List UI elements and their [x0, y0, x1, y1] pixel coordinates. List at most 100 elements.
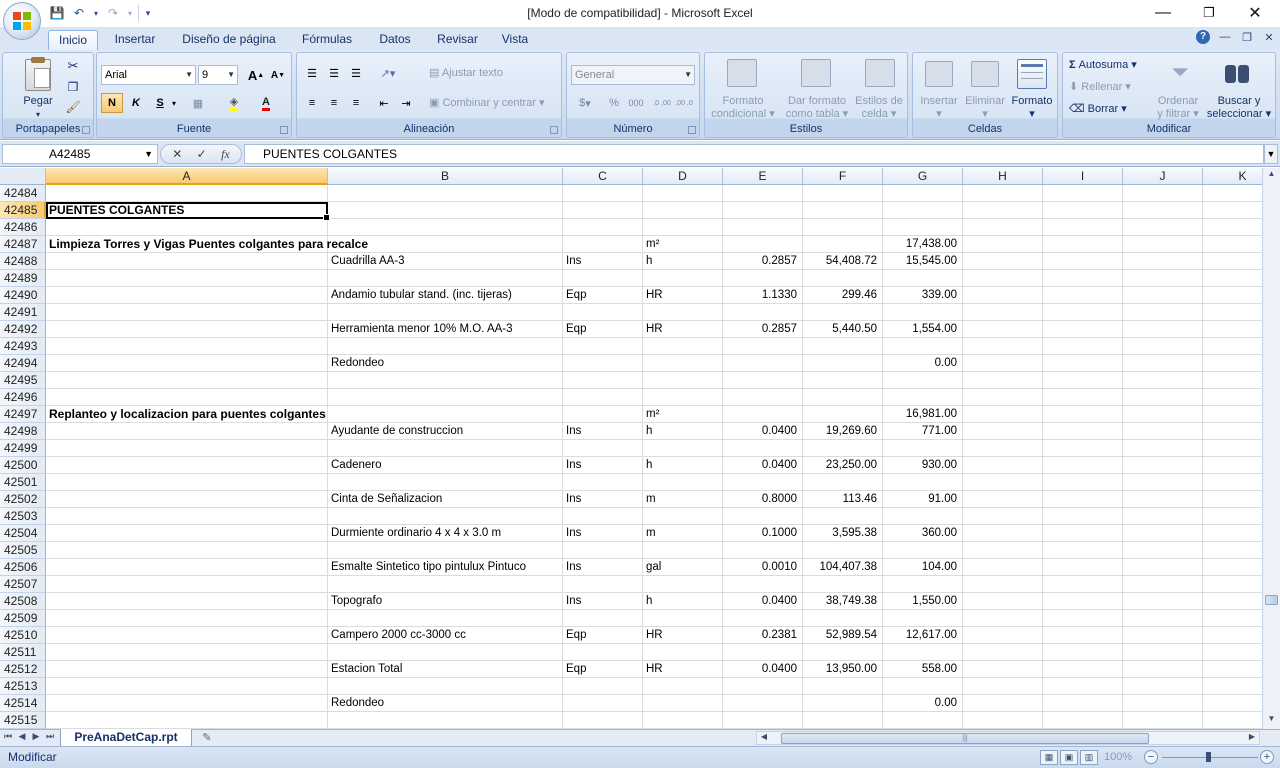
row-header[interactable]: 42509 — [0, 610, 46, 627]
align-top-icon[interactable]: ☰ — [301, 63, 323, 83]
cell-a[interactable] — [46, 423, 328, 440]
cell-k[interactable] — [1203, 576, 1262, 593]
tab-formulas[interactable]: Fórmulas — [294, 30, 360, 50]
cell-i[interactable] — [1043, 185, 1123, 202]
cell-i[interactable] — [1043, 338, 1123, 355]
zoom-level[interactable]: 100% — [1104, 751, 1132, 763]
cell-d[interactable] — [643, 508, 723, 525]
cell-f[interactable]: 23,250.00 — [803, 457, 883, 474]
cell-h[interactable] — [963, 219, 1043, 236]
cut-icon[interactable]: ✂ — [65, 59, 81, 72]
cell-c[interactable] — [563, 304, 643, 321]
tab-revisar[interactable]: Revisar — [430, 30, 485, 50]
autosum-button[interactable]: Σ Autosuma ▾ — [1069, 59, 1155, 72]
cell-d[interactable] — [643, 219, 723, 236]
column-header-j[interactable]: J — [1123, 168, 1203, 185]
cell-a[interactable] — [46, 219, 328, 236]
cell-i[interactable] — [1043, 270, 1123, 287]
row-header[interactable]: 42505 — [0, 542, 46, 559]
cell-g[interactable] — [883, 440, 963, 457]
cell-j[interactable] — [1123, 440, 1203, 457]
ribbon-minimize-icon[interactable]: — — [1218, 31, 1232, 43]
cell-c[interactable] — [563, 678, 643, 695]
cell-k[interactable] — [1203, 219, 1262, 236]
row-header[interactable]: 42487 — [0, 236, 46, 253]
cell-f[interactable] — [803, 440, 883, 457]
cell-h[interactable] — [963, 304, 1043, 321]
currency-button[interactable]: $ ▾ — [571, 93, 599, 113]
row-header[interactable]: 42498 — [0, 423, 46, 440]
cell-b[interactable]: Cuadrilla AA-3 — [328, 253, 563, 270]
cell-i[interactable] — [1043, 661, 1123, 678]
fuente-launcher-icon[interactable] — [280, 126, 288, 134]
vertical-scroll-thumb[interactable] — [1265, 595, 1278, 605]
tab-vista[interactable]: Vista — [494, 30, 536, 50]
cell-a[interactable] — [46, 321, 328, 338]
chevron-down-icon[interactable]: ▼ — [144, 145, 153, 163]
cell-e[interactable]: 0.2857 — [723, 321, 803, 338]
cell-f[interactable]: 54,408.72 — [803, 253, 883, 270]
cell-i[interactable] — [1043, 236, 1123, 253]
font-color-icon[interactable]: A — [255, 93, 277, 113]
cell-f[interactable]: 52,989.54 — [803, 627, 883, 644]
cell-e[interactable]: 1.1330 — [723, 287, 803, 304]
cell-c[interactable] — [563, 338, 643, 355]
cell-i[interactable] — [1043, 372, 1123, 389]
cell-b[interactable] — [328, 576, 563, 593]
cell-c[interactable] — [563, 406, 643, 423]
cell-a[interactable] — [46, 542, 328, 559]
zoom-out-icon[interactable]: − — [1144, 750, 1158, 764]
row-header[interactable]: 42484 — [0, 185, 46, 202]
cell-g[interactable]: 17,438.00 — [883, 236, 963, 253]
row-header[interactable]: 42507 — [0, 576, 46, 593]
cell-a[interactable] — [46, 576, 328, 593]
ribbon-close-icon[interactable]: ✕ — [1262, 31, 1276, 44]
cell-e[interactable] — [723, 219, 803, 236]
cell-b[interactable] — [328, 338, 563, 355]
cell-b[interactable]: Redondeo — [328, 355, 563, 372]
cell-j[interactable] — [1123, 236, 1203, 253]
cell-d[interactable] — [643, 576, 723, 593]
cell-h[interactable] — [963, 440, 1043, 457]
cell-j[interactable] — [1123, 253, 1203, 270]
cell-i[interactable] — [1043, 559, 1123, 576]
ribbon-restore-icon[interactable]: ❐ — [1240, 31, 1254, 44]
row-header[interactable]: 42485 — [0, 202, 46, 219]
formula-enter-icon[interactable]: ✓ — [197, 147, 207, 161]
cell-f[interactable] — [803, 678, 883, 695]
cell-a[interactable] — [46, 627, 328, 644]
italic-button[interactable]: K — [125, 93, 147, 113]
scroll-left-icon[interactable]: ◀ — [757, 732, 771, 741]
cell-j[interactable] — [1123, 321, 1203, 338]
copy-icon[interactable]: ❐ — [65, 81, 81, 94]
format-as-table-button[interactable]: Dar formato como tabla ▾ — [781, 95, 853, 121]
cell-j[interactable] — [1123, 372, 1203, 389]
numero-launcher-icon[interactable] — [688, 126, 696, 134]
cell-k[interactable] — [1203, 593, 1262, 610]
bold-button[interactable]: N — [101, 93, 123, 113]
cell-b[interactable]: Cinta de Señalizacion — [328, 491, 563, 508]
cell-e[interactable] — [723, 236, 803, 253]
cell-b[interactable]: Andamio tubular stand. (inc. tijeras) — [328, 287, 563, 304]
cell-g[interactable]: 1,550.00 — [883, 593, 963, 610]
cell-j[interactable] — [1123, 576, 1203, 593]
cell-c[interactable] — [563, 185, 643, 202]
underline-dropdown-icon[interactable]: ▾ — [169, 93, 179, 113]
row-header[interactable]: 42514 — [0, 695, 46, 712]
cell-a[interactable] — [46, 338, 328, 355]
cell-styles-button[interactable]: Estilos de celda ▾ — [851, 95, 907, 121]
cell-c[interactable] — [563, 236, 643, 253]
cell-e[interactable] — [723, 338, 803, 355]
cell-i[interactable] — [1043, 423, 1123, 440]
cell-k[interactable] — [1203, 610, 1262, 627]
cell-a[interactable] — [46, 644, 328, 661]
cell-c[interactable] — [563, 610, 643, 627]
row-header[interactable]: 42490 — [0, 287, 46, 304]
zoom-knob[interactable] — [1206, 752, 1211, 762]
cell-c[interactable]: Ins — [563, 491, 643, 508]
cell-c[interactable] — [563, 712, 643, 729]
cell-a[interactable]: PUENTES COLGANTES — [46, 202, 330, 221]
cell-i[interactable] — [1043, 525, 1123, 542]
prev-sheet-icon[interactable]: ◀ — [16, 731, 28, 742]
cell-h[interactable] — [963, 559, 1043, 576]
